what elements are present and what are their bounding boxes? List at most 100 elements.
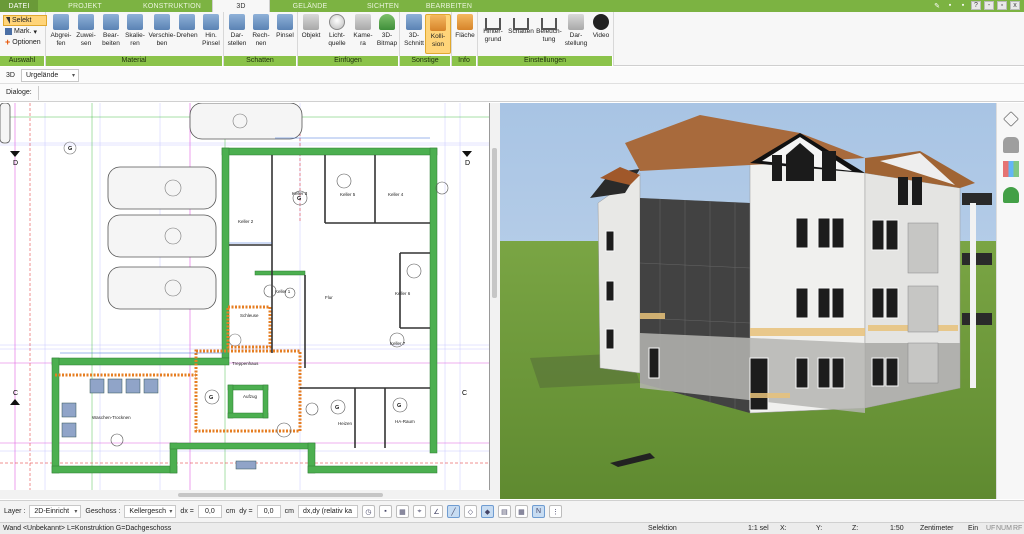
plus-icon: + [5, 37, 11, 47]
chair-icon [303, 14, 319, 30]
drehen-button[interactable]: Drehen [174, 14, 200, 54]
terrain-select[interactable]: Urgelände ▾ [20, 68, 79, 82]
lightbulb-icon [329, 14, 345, 30]
line-snap-icon[interactable]: ╱ [446, 505, 460, 518]
maximize-button[interactable]: ▫ [997, 1, 1007, 10]
north-icon[interactable]: N [531, 505, 545, 518]
room-label-waschen: Waschen-Trocknen [92, 415, 131, 420]
status-unit: Zentimeter [920, 525, 954, 532]
toolbar-separator [37, 85, 39, 100]
ortho-icon[interactable]: ⌖ [412, 505, 426, 518]
geschoss-label: Geschoss : [85, 508, 121, 515]
plan-horizontal-scrollbar[interactable] [0, 490, 500, 499]
zuweisen-button[interactable]: Zuwei- sen [73, 14, 99, 54]
polygon-icon[interactable]: ◇ [463, 505, 477, 518]
chevron-down-icon: ▾ [169, 509, 173, 515]
dx-input[interactable]: 0,0 [197, 505, 222, 518]
tab-gelaende[interactable]: GELÄNDE [270, 0, 350, 12]
clock-icon[interactable]: ◷ [361, 505, 375, 518]
area-icon [457, 14, 473, 30]
view-mode-label: 3D [6, 71, 15, 79]
layer-view-icon[interactable]: ◆ [480, 505, 494, 518]
material-palette-icon[interactable] [1003, 161, 1019, 177]
section-icon [406, 14, 422, 30]
dx-label: dx = [180, 508, 194, 515]
flaeche-button[interactable]: Fläche [452, 14, 478, 54]
3d-view[interactable] [500, 103, 996, 499]
pinsel-button[interactable]: Pinsel [272, 14, 298, 54]
darstellen-button[interactable]: Dar- stellen [224, 14, 250, 54]
objekt-button[interactable]: Objekt [298, 14, 324, 54]
verschieben-button[interactable]: Verschie- ben [147, 14, 177, 54]
fill-icon[interactable]: ▤ [497, 505, 511, 518]
selekt-button[interactable]: Selekt [3, 15, 47, 26]
geschoss-select[interactable]: Kellergesch ▾ [124, 505, 177, 518]
tab-konstruktion[interactable]: KONSTRUKTION [132, 0, 212, 12]
hintergrund-button[interactable]: Hinter- grund [480, 14, 506, 54]
close-button[interactable]: x [1010, 1, 1020, 10]
dialoge-label: Dialoge: [6, 89, 32, 96]
scrollbar-thumb[interactable] [178, 493, 383, 497]
tab-datei[interactable]: DATEI [0, 0, 38, 12]
grid-icon[interactable]: ▦ [514, 505, 528, 518]
room-label-keller7: Keller 7 [390, 341, 406, 346]
room-label-keller2: Keller 2 [238, 219, 254, 224]
skalieren-button[interactable]: Skalie- ren [122, 14, 148, 54]
room-label-keller1: Keller 1 [275, 289, 291, 294]
bearbeiten-button[interactable]: Bear- beiten [98, 14, 124, 54]
lichtquelle-button[interactable]: Licht- quelle [324, 14, 350, 54]
beleuchtung-button[interactable]: Beleuch- tung [534, 14, 564, 54]
room-label-flur: Flur [325, 295, 333, 300]
hin-pinsel-button[interactable]: Hin. Pinsel [198, 14, 224, 54]
tab-sichten[interactable]: SICHTEN [350, 0, 416, 12]
brush-icon [277, 14, 293, 30]
tab-3d[interactable]: 3D [212, 0, 270, 12]
grid-snap-icon[interactable]: ▦ [395, 505, 409, 518]
house-light-icon [541, 18, 557, 30]
axis-label-c-right: C [462, 390, 467, 397]
tree-icon[interactable] [1003, 187, 1019, 203]
layer-select[interactable]: 2D-Einricht ▾ [29, 505, 82, 518]
group-label-einfuegen: Einfügen [298, 56, 399, 66]
mark-button[interactable]: Mark. ▾ [3, 26, 47, 37]
optionen-button[interactable]: + Optionen [3, 37, 47, 48]
group-label-auswahl: Auswahl [0, 56, 45, 66]
tab-projekt[interactable]: PROJEKT [38, 0, 132, 12]
kollision-button[interactable]: Kolli- sion [425, 14, 451, 54]
more-icon[interactable]: ⋮ [548, 505, 562, 518]
bitmap-button[interactable]: 3D- Bitmap [374, 14, 400, 54]
rechnen-button[interactable]: Rech- nen [248, 14, 274, 54]
axis-g-label-1: G [68, 146, 72, 152]
snap-icon[interactable]: ▪ [378, 505, 392, 518]
room-label-aufzug: Aufzug [243, 394, 258, 399]
scrollbar-thumb[interactable] [492, 148, 497, 298]
video-button[interactable]: Video [588, 14, 614, 54]
plan-vertical-scrollbar[interactable] [490, 103, 500, 490]
layers-icon[interactable] [1003, 111, 1019, 127]
coordinate-mode-select[interactable]: dx,dy (relativ ka [297, 505, 358, 518]
group-info: Fläche Info [452, 12, 478, 66]
print-icon[interactable]: ▪ [958, 1, 968, 10]
minimize-button[interactable]: - [984, 1, 994, 10]
angle-icon[interactable]: ∠ [429, 505, 443, 518]
room-label-treppenhaus: Treppenhaus [232, 361, 259, 366]
abgreifen-button[interactable]: Abgrei- fen [48, 14, 74, 54]
group-auswahl: Selekt Mark. ▾ + Optionen Auswahl [0, 12, 47, 66]
group-material: Abgrei- fen Zuwei- sen Bear- beiten Skal… [46, 12, 224, 66]
darstellung-button[interactable]: Dar- stellung [562, 14, 590, 54]
help-button[interactable]: ? [971, 1, 981, 10]
axis-g-label-4: G [397, 403, 401, 409]
kamera-button[interactable]: Kame- ra [350, 14, 376, 54]
floor-plan-view[interactable]: D D C C Keller 2 Keller 3 Keller 5 Kelle… [0, 103, 490, 490]
schnitt-button[interactable]: 3D- Schnitt [401, 14, 427, 54]
pen-icon[interactable]: ✎ [932, 1, 942, 10]
cursor-icon [6, 17, 10, 24]
tab-bearbeiten[interactable]: BEARBEITEN [416, 0, 482, 12]
schatten-settings-button[interactable]: Schatten [506, 14, 536, 54]
group-label-sonstige: Sonstige [400, 56, 451, 66]
furniture-icon[interactable] [1003, 137, 1019, 153]
room-label-schleuse: Schleuse [240, 313, 259, 318]
save-icon[interactable]: ▪ [945, 1, 955, 10]
collision-icon [430, 15, 446, 31]
dy-input[interactable]: 0,0 [256, 505, 281, 518]
